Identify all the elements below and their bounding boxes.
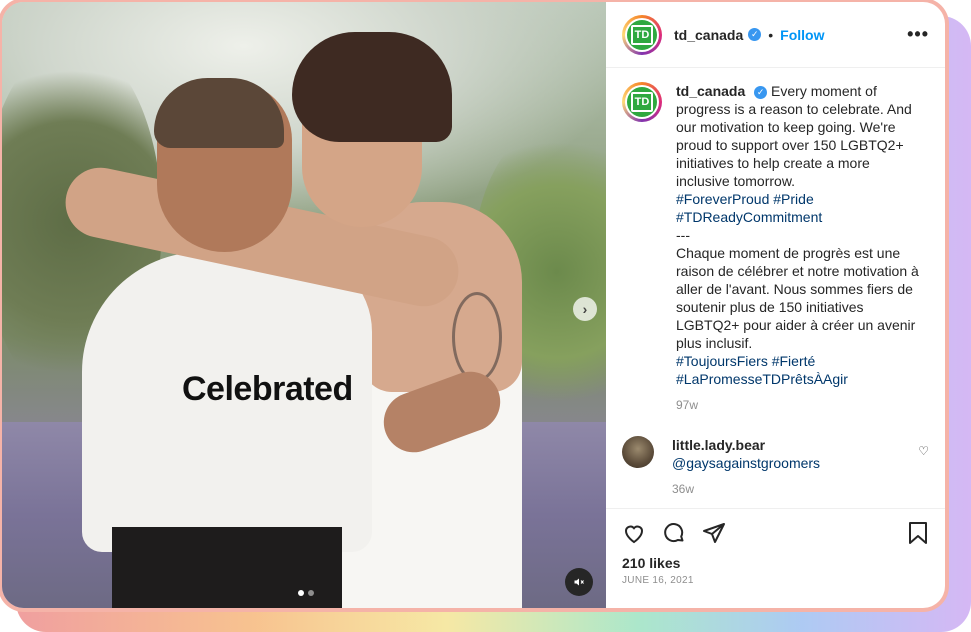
comment-time: 36w [672, 482, 695, 496]
post-sidebar: TD td_canada ✓ • Follow ••• TD td_canada… [606, 2, 945, 608]
verified-badge-icon: ✓ [754, 85, 768, 99]
header-username[interactable]: td_canada [674, 27, 743, 43]
action-icons [622, 521, 929, 545]
post-header: TD td_canada ✓ • Follow ••• [606, 2, 945, 68]
comment-username[interactable]: little.lady.bear [672, 436, 902, 454]
follow-button[interactable]: Follow [780, 27, 824, 43]
td-logo-icon: TD [627, 19, 657, 50]
verified-badge-icon: ✓ [748, 28, 762, 41]
profile-avatar[interactable]: TD [622, 14, 662, 55]
share-icon[interactable] [702, 521, 726, 545]
heart-icon[interactable] [622, 521, 646, 545]
caption-hashtags-en[interactable]: #ForeverProud #Pride #TDReadyCommitment [676, 191, 822, 225]
comment-mention[interactable]: @gaysagainstgroomers [672, 454, 902, 472]
caption-text: td_canada ✓ Every moment of progress is … [676, 82, 926, 414]
comment-body: little.lady.bear @gaysagainstgroomers 36… [672, 436, 902, 498]
speaker-muted-icon [574, 578, 584, 586]
td-logo-text: TD [631, 24, 653, 45]
caption: TD td_canada ✓ Every moment of progress … [622, 82, 929, 414]
post-date: JUNE 16, 2021 [622, 575, 694, 586]
likes-count[interactable]: 210 likes [622, 555, 929, 571]
carousel-dot [308, 590, 314, 596]
comment-avatar[interactable] [622, 436, 654, 468]
post-actions: 210 likes JUNE 16, 2021 [606, 508, 945, 608]
post-card: Celebrated › TD td_canada ✓ • Follow •••… [2, 2, 945, 608]
td-logo-text: TD [631, 92, 653, 112]
carousel-dots [298, 590, 314, 596]
avatar-inner: TD [625, 17, 659, 52]
carousel-dot-active [298, 590, 304, 596]
bookmark-icon[interactable] [907, 521, 929, 545]
more-options-icon[interactable]: ••• [907, 24, 929, 45]
header-separator: • [768, 26, 774, 43]
comment-like-heart-icon[interactable]: ♡ [918, 444, 929, 498]
caption-divider: --- [676, 227, 690, 243]
td-logo-icon: TD [627, 87, 657, 117]
caption-french: Chaque moment de progrès est une raison … [676, 245, 919, 351]
post-media[interactable]: Celebrated › [2, 2, 606, 608]
caption-hashtags-fr[interactable]: #ToujoursFiers #Fierté #LaPromesseTDPrêt… [676, 353, 848, 387]
comment-icon[interactable] [662, 521, 686, 545]
caption-avatar[interactable]: TD [622, 82, 662, 122]
caption-username[interactable]: td_canada [676, 83, 745, 99]
caption-avatar-inner: TD [625, 85, 659, 119]
media-overlay-text: Celebrated [182, 370, 353, 408]
comment-item: little.lady.bear @gaysagainstgroomers 36… [622, 436, 929, 498]
media-person-hair-right [292, 32, 452, 142]
carousel-next-button[interactable]: › [573, 297, 597, 321]
chevron-right-icon: › [582, 301, 588, 317]
mute-button[interactable] [565, 568, 593, 596]
comments-area: TD td_canada ✓ Every moment of progress … [606, 68, 945, 508]
caption-time: 97w [676, 398, 699, 412]
media-tattoo [452, 292, 502, 382]
